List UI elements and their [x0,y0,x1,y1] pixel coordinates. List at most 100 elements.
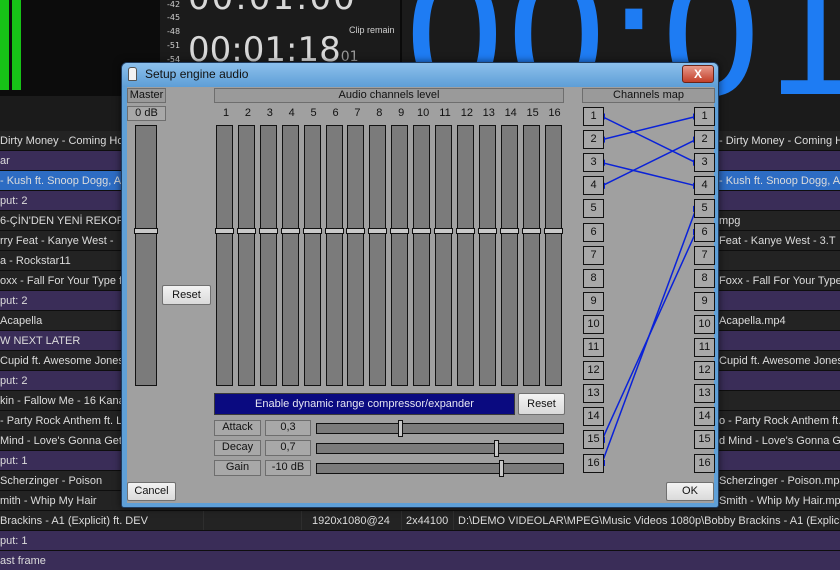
playlist-row[interactable]: put: 1 [0,531,840,551]
channel-level-thumb[interactable] [368,228,388,234]
channel-level-slider[interactable] [499,125,519,386]
channel-level-thumb[interactable] [477,228,497,234]
map-output-channel[interactable]: 11 [694,338,715,357]
channel-level-slider[interactable] [412,125,432,386]
channel-level-slider[interactable] [434,125,453,386]
channel-number: 9 [398,107,405,119]
channel-level-thumb[interactable] [434,228,453,234]
map-output-channel[interactable]: 9 [694,291,715,311]
dialog-titlebar[interactable]: Setup engine audio X [122,63,718,87]
channel-link-line [601,115,697,164]
compressor-expander-toggle[interactable]: Enable dynamic range compressor/expander [214,393,515,415]
playlist-row-resolution: 1920x1080@24 [312,515,390,527]
cancel-button[interactable]: Cancel [127,482,176,501]
map-output-channel[interactable]: 3 [694,153,715,173]
map-input-channel[interactable]: 9 [583,291,604,311]
map-output-channel[interactable]: 1 [694,107,715,126]
channel-level-thumb[interactable] [302,228,322,234]
map-input-channel[interactable]: 11 [583,338,604,357]
channel-level-thumb[interactable] [455,228,475,234]
channel-level-slider[interactable] [543,125,563,386]
param-slider[interactable] [316,440,564,457]
map-output-channel[interactable]: 13 [694,384,715,404]
ok-button[interactable]: OK [666,482,714,501]
map-output-channel[interactable]: 15 [694,430,715,450]
playlist-row-title: Dirty Money - Coming Ho [0,135,124,147]
playlist-row-file: Cupid ft. Awesome Jones [719,355,840,367]
playlist-row[interactable]: ast frame [0,551,840,570]
master-slider[interactable] [134,125,158,386]
map-input-channel[interactable]: 12 [583,361,604,381]
column-divider [453,511,454,530]
map-output-channel[interactable]: 2 [694,130,715,150]
level-meter-right [12,0,21,90]
compressor-reset-button[interactable]: Reset [518,393,565,415]
channel-level-slider[interactable] [521,125,541,386]
channel-level-thumb[interactable] [499,228,519,234]
playlist-row-title: 6-ÇİN'DEN YENİ REKOR [0,215,125,227]
map-output-channel[interactable]: 5 [694,199,715,219]
param-slider[interactable] [316,460,564,477]
map-output-channel[interactable]: 4 [694,176,715,196]
channels-map-header: Channels map [582,88,715,103]
map-output-channel[interactable]: 8 [694,268,715,288]
param-slider[interactable] [316,420,564,437]
map-input-channel[interactable]: 6 [583,222,604,242]
map-input-channel[interactable]: 13 [583,384,604,404]
channel-level-thumb[interactable] [390,228,410,234]
channel-number: 1 [222,107,230,119]
playlist-row[interactable]: Brackins - A1 (Explicit) ft. DEV 1920x108… [0,511,840,531]
channel-level-slider[interactable] [258,125,278,386]
channel-level-thumb[interactable] [215,228,234,234]
map-output-channel[interactable]: 7 [694,245,715,265]
channel-level-slider[interactable] [280,125,300,386]
map-input-channel[interactable]: 7 [583,245,604,265]
channel-level-slider[interactable] [215,125,234,386]
channel-level-thumb[interactable] [280,228,300,234]
param-slider-thumb[interactable] [398,420,403,437]
playlist-row-audio: 2x44100 [406,515,449,527]
param-label: Decay [214,440,261,456]
channel-link-line [601,138,697,187]
channel-number: 3 [266,107,273,119]
master-slider-thumb[interactable] [134,228,158,234]
map-input-channel[interactable]: 3 [583,153,604,173]
master-reset-button[interactable]: Reset [162,285,211,305]
channel-level-slider[interactable] [455,125,475,386]
map-output-channel[interactable]: 12 [694,361,715,381]
map-input-channel[interactable]: 16 [583,453,604,473]
param-slider-thumb[interactable] [499,460,504,477]
channel-number: 10 [416,107,430,119]
map-input-channel[interactable]: 10 [583,314,604,334]
channel-level-slider[interactable] [368,125,388,386]
map-input-channel[interactable]: 4 [583,176,604,196]
channel-level-thumb[interactable] [236,228,256,234]
map-input-channel[interactable]: 8 [583,268,604,288]
map-input-channel[interactable]: 5 [583,199,604,219]
channel-level-slider[interactable] [477,125,497,386]
channel-level-slider[interactable] [236,125,256,386]
map-output-channel[interactable]: 6 [694,222,715,242]
channel-level-slider[interactable] [346,125,366,386]
map-input-channel[interactable]: 14 [583,407,604,427]
channel-level-thumb[interactable] [543,228,563,234]
channel-level-thumb[interactable] [412,228,432,234]
channel-level-thumb[interactable] [521,228,541,234]
db-label: -51 [167,41,181,50]
channel-level-thumb[interactable] [346,228,366,234]
map-output-channel[interactable]: 16 [694,453,715,473]
close-button[interactable]: X [682,65,714,83]
playlist-row-file: Acapella.mp4 [719,315,786,327]
map-input-channel[interactable]: 1 [583,107,604,126]
map-output-channel[interactable]: 10 [694,314,715,334]
map-input-channel[interactable]: 2 [583,130,604,150]
map-output-channel[interactable]: 14 [694,407,715,427]
param-slider-thumb[interactable] [494,440,499,457]
map-input-channel[interactable]: 15 [583,430,604,450]
channel-level-slider[interactable] [390,125,410,386]
channel-level-thumb[interactable] [258,228,278,234]
channel-level-slider[interactable] [324,125,344,386]
channel-level-slider[interactable] [302,125,322,386]
channel-level-thumb[interactable] [324,228,344,234]
channel-number: 6 [332,107,339,119]
